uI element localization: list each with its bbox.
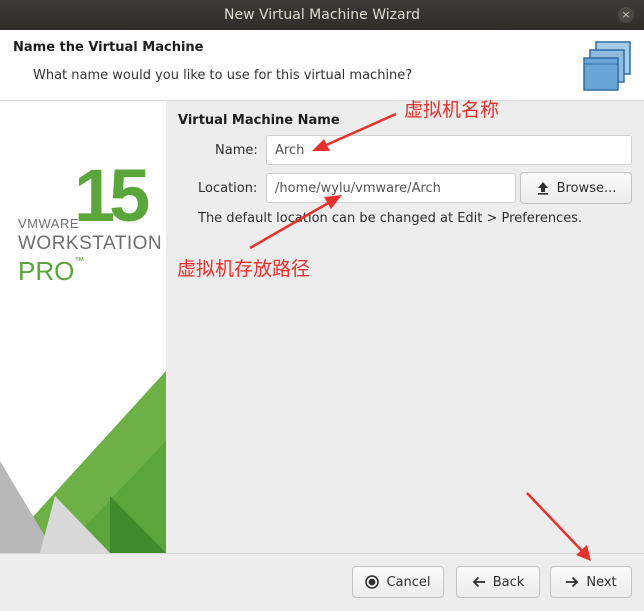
name-input[interactable] — [266, 135, 632, 165]
upload-arrow-icon — [537, 182, 548, 195]
wizard-content: Virtual Machine Name Name: Location: Bro… — [166, 101, 644, 553]
window-title: New Virtual Machine Wizard — [224, 7, 420, 23]
cancel-icon — [365, 575, 380, 589]
close-icon: × — [621, 8, 631, 21]
brand-panel: 15 VMWARE WORKSTATION PRO™ — [0, 101, 166, 553]
edition-name: PRO™ — [18, 256, 84, 287]
virtual-machines-icon — [583, 41, 631, 91]
location-hint: The default location can be changed at E… — [198, 211, 583, 226]
close-button[interactable]: × — [618, 7, 634, 23]
version-number: 15 — [74, 154, 150, 237]
location-input[interactable] — [266, 173, 516, 203]
window-titlebar: New Virtual Machine Wizard × — [0, 0, 644, 30]
product-name: WORKSTATION — [18, 233, 163, 254]
back-button[interactable]: Back — [456, 566, 540, 598]
browse-label: Browse... — [556, 180, 617, 196]
next-label: Next — [586, 574, 617, 590]
name-label: Name: — [215, 143, 258, 158]
arrow-right-icon — [566, 576, 579, 588]
page-subtitle: What name would you like to use for this… — [33, 68, 413, 83]
arrow-left-icon — [472, 576, 485, 588]
next-button[interactable]: Next — [550, 566, 632, 598]
wizard-header: Name the Virtual Machine What name would… — [0, 30, 644, 101]
cancel-button[interactable]: Cancel — [352, 566, 444, 598]
path-annotation: 虚拟机存放路径 — [177, 258, 311, 280]
vendor-name: VMWARE — [18, 216, 80, 231]
section-title: Virtual Machine Name — [178, 113, 340, 128]
wizard-footer: Cancel Back Next — [0, 553, 644, 611]
location-label: Location: — [198, 181, 258, 196]
trademark-mark: ™ — [74, 256, 85, 267]
name-annotation: 虚拟机名称 — [404, 99, 500, 121]
page-title: Name the Virtual Machine — [13, 40, 204, 55]
browse-button[interactable]: Browse... — [520, 172, 632, 204]
cancel-label: Cancel — [386, 574, 431, 590]
back-label: Back — [492, 574, 525, 590]
edition-label: PRO — [18, 256, 75, 286]
